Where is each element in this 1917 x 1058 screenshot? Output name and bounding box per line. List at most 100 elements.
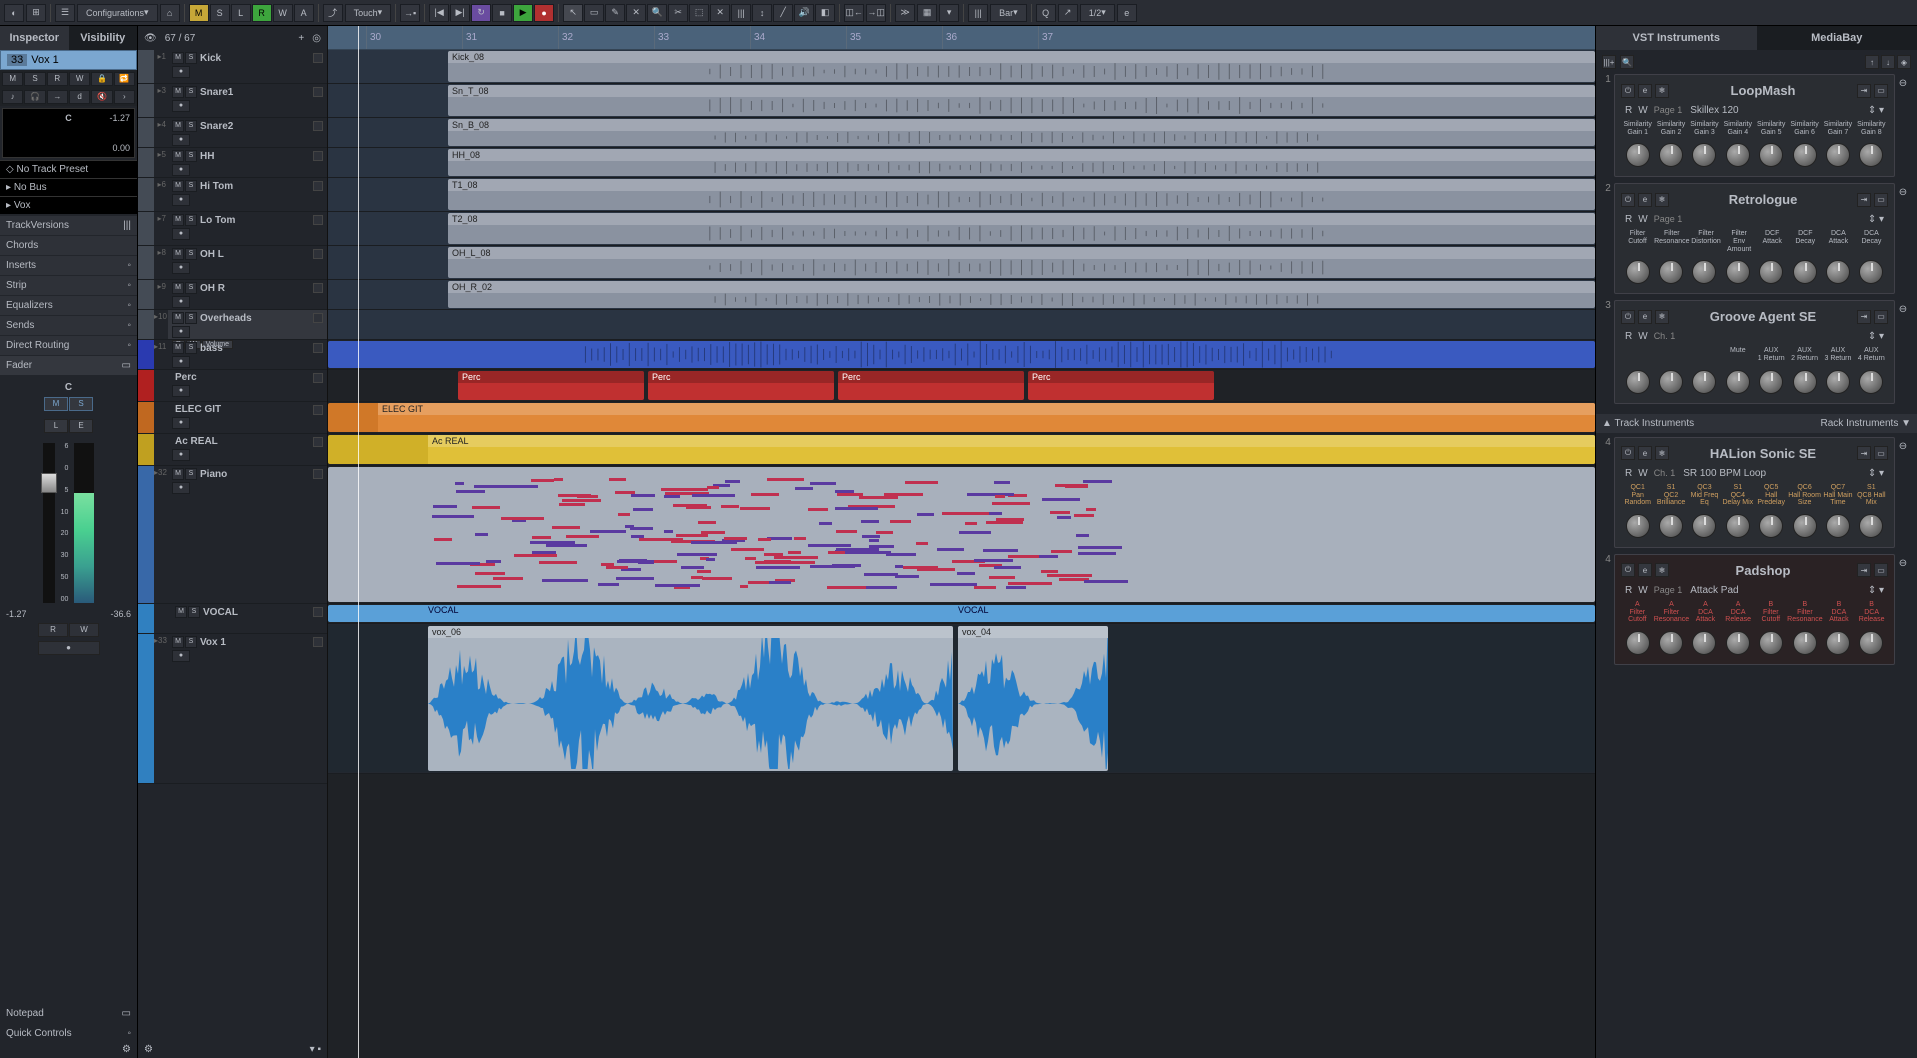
timeline-ruler[interactable]: 3031323334353637 [328, 26, 1595, 50]
track-record[interactable]: ● [172, 134, 190, 146]
track-name[interactable]: OH R [200, 283, 310, 294]
track-mute[interactable]: M [172, 86, 184, 98]
track-edit-icon[interactable] [313, 373, 323, 383]
snap-toggle[interactable]: ≫ [895, 4, 915, 22]
param-knob[interactable] [1659, 260, 1683, 284]
param-knob[interactable] [1659, 370, 1683, 394]
nudge-right-btn[interactable]: →◫ [866, 4, 886, 22]
audio-clip[interactable]: OH_L_08 [448, 247, 1595, 278]
auto-btn[interactable]: A [294, 4, 314, 22]
read-icon[interactable]: R [1625, 468, 1632, 479]
track-edit-icon[interactable] [313, 437, 323, 447]
param-knob[interactable] [1692, 260, 1716, 284]
collapse-icon[interactable]: ⊖ [1899, 304, 1907, 315]
grid-icon[interactable]: ▦ [917, 4, 937, 22]
track-record[interactable]: ● [172, 194, 190, 206]
collapse-icon[interactable]: ⊖ [1899, 441, 1907, 452]
track-solo[interactable]: S [185, 468, 197, 480]
page-label[interactable]: Page 1 [1654, 105, 1683, 116]
instrument-name[interactable]: Padshop [1675, 563, 1851, 578]
write-cell[interactable]: W [69, 72, 90, 86]
section-direct-routing[interactable]: Direct Routing◦ [0, 336, 137, 356]
param-knob[interactable] [1793, 143, 1817, 167]
fader-record-btn[interactable]: ● [38, 641, 100, 655]
activate-icon[interactable]: ◐ [4, 4, 24, 22]
track-edit-icon[interactable] [313, 607, 323, 617]
write-icon[interactable]: W [1638, 105, 1647, 116]
track-solo[interactable]: S [185, 636, 197, 648]
track-name[interactable]: Hi Tom [200, 181, 310, 192]
write-icon[interactable]: W [1638, 468, 1647, 479]
fader-write-btn[interactable]: W [69, 623, 99, 637]
options-icon[interactable]: ▭ [1874, 563, 1888, 577]
fader-slider[interactable] [43, 443, 55, 603]
mute-tool[interactable]: ✕ [710, 4, 730, 22]
track-record[interactable]: ● [172, 385, 190, 397]
track-row[interactable]: ▸9MSOH R● [138, 280, 327, 310]
track-row[interactable]: ▸3MSSnare1● [138, 84, 327, 118]
section-strip[interactable]: Strip◦ [0, 276, 137, 296]
audio-clip[interactable]: HH_08 [448, 149, 1595, 176]
track-mute[interactable]: M [172, 282, 184, 294]
track-record[interactable]: ● [172, 650, 190, 662]
quantize-panel-btn[interactable]: e [1117, 4, 1137, 22]
automation-mode[interactable]: Touch ▾ [345, 4, 392, 22]
preset-spinner-icon[interactable]: ⇕ ▾ [1868, 105, 1884, 116]
options-icon[interactable]: ▭ [1874, 310, 1888, 324]
param-knob[interactable] [1692, 143, 1716, 167]
track-record[interactable]: ● [172, 100, 190, 112]
track-row[interactable]: ▸33MSVox 1● [138, 634, 327, 784]
output-icon[interactable]: ⇥ [1857, 193, 1871, 207]
section-trackversions[interactable]: TrackVersions||| [0, 216, 137, 236]
track-row[interactable]: ▸32MSPiano● [138, 466, 327, 604]
track-solo[interactable]: S [185, 214, 197, 226]
track-name[interactable]: bass [200, 343, 310, 354]
divide-tracklist-icon[interactable]: ▾ ▪ [310, 1044, 321, 1058]
add-rack-icon[interactable]: |||+ [1602, 55, 1616, 69]
play-btn[interactable]: ▶ [513, 4, 533, 22]
vol-value[interactable]: -1.27 [109, 113, 130, 123]
draw-tool[interactable]: ✎ [605, 4, 625, 22]
param-knob[interactable] [1859, 514, 1883, 538]
color-tool[interactable]: ◧ [815, 4, 835, 22]
track-mute[interactable]: M [172, 120, 184, 132]
read-icon[interactable]: R [1625, 585, 1632, 596]
preset-name[interactable]: Attack Pad [1690, 585, 1868, 596]
param-knob[interactable] [1759, 514, 1783, 538]
track-row[interactable]: Perc● [138, 370, 327, 402]
read-btn[interactable]: R [252, 4, 272, 22]
audio-clip[interactable]: Ac REAL [328, 435, 1595, 464]
track-name[interactable]: Snare1 [200, 87, 310, 98]
find-track-icon[interactable]: ◎ [312, 33, 321, 44]
track-edit-icon[interactable] [313, 215, 323, 225]
iterative-q-btn[interactable]: ↗ [1058, 4, 1078, 22]
param-knob[interactable] [1626, 370, 1650, 394]
track-name[interactable]: Overheads [200, 313, 310, 324]
line-tool[interactable]: ╱ [773, 4, 793, 22]
param-knob[interactable] [1759, 631, 1783, 655]
param-knob[interactable] [1759, 370, 1783, 394]
param-knob[interactable] [1859, 631, 1883, 655]
preset-name[interactable] [1683, 331, 1868, 342]
audio-clip[interactable]: Perc [648, 371, 834, 400]
audio-clip[interactable]: vox_06 [428, 626, 953, 771]
track-solo[interactable]: S [185, 342, 197, 354]
track-edit-icon[interactable] [313, 151, 323, 161]
track-mute[interactable]: M [172, 468, 184, 480]
param-knob[interactable] [1692, 514, 1716, 538]
timebase-cell[interactable]: 🔇 [91, 90, 112, 104]
param-knob[interactable] [1826, 514, 1850, 538]
track-name[interactable]: Vox 1 [200, 637, 310, 648]
track-lane[interactable]: T1_08 [328, 178, 1595, 212]
arrange-area[interactable]: 3031323334353637 Kick_08Sn_T_08Sn_B_08HH… [328, 26, 1595, 1058]
vst-divider[interactable]: ▲ Track InstrumentsRack Instruments ▼ [1596, 414, 1917, 433]
quantize-btn[interactable]: Q [1036, 4, 1056, 22]
param-knob[interactable] [1726, 260, 1750, 284]
track-record[interactable]: ● [172, 482, 190, 494]
instrument-name[interactable]: LoopMash [1675, 83, 1851, 98]
play-tool[interactable]: 🔊 [794, 4, 814, 22]
read-icon[interactable]: R [1625, 105, 1632, 116]
options-icon[interactable]: ▭ [1874, 193, 1888, 207]
peak-value[interactable]: -36.6 [110, 609, 131, 619]
track-name[interactable]: Snare2 [200, 121, 310, 132]
